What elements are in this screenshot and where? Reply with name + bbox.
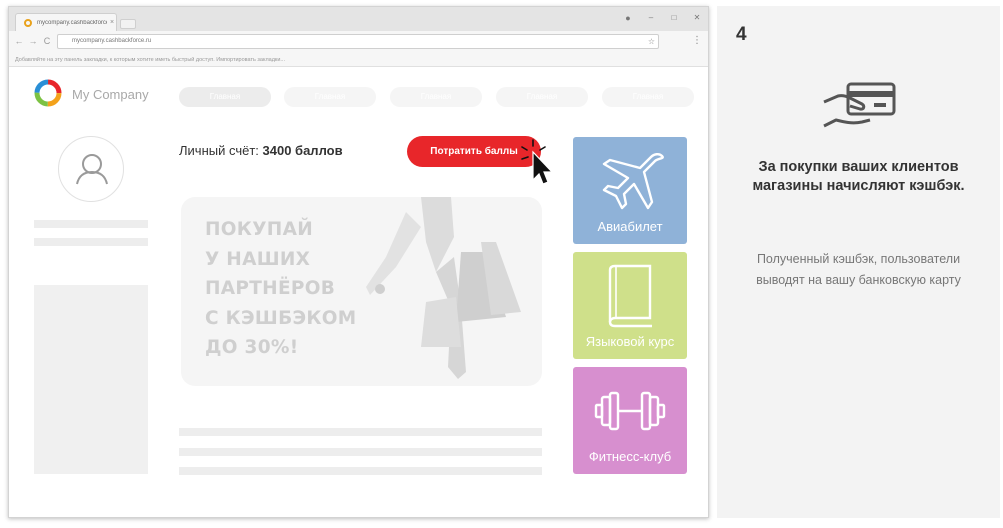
new-tab-button[interactable] (120, 19, 136, 29)
forward-arrow-icon[interactable]: → (27, 35, 39, 47)
tile-flight[interactable]: Авиабилет (573, 137, 687, 244)
url-text: mycompany.cashbackforce.ru (72, 38, 152, 44)
browser-window: mycompany.cashbackforce.ru × ● – □ ✕ ← →… (8, 6, 709, 518)
minimize-button[interactable]: – (644, 11, 658, 25)
tile-language-course[interactable]: Языковой курс (573, 252, 687, 359)
sidebar-placeholder (34, 285, 148, 474)
nav-item-3[interactable]: Главная (390, 87, 482, 107)
user-icon (76, 154, 108, 185)
tab-close-icon[interactable]: × (110, 19, 114, 26)
info-panel: 4 За покупки ваших клиентов магазины нач… (717, 6, 1000, 518)
browser-menu-icon[interactable]: ⋮ (692, 35, 702, 47)
profile-icon[interactable]: ● (621, 11, 635, 25)
website: My Company Главная Главная Главная Главн… (9, 68, 708, 517)
placeholder-line (34, 220, 148, 228)
tile-label: Языковой курс (585, 334, 675, 349)
panel-description: Полученный кэшбэк, пользователи выводят … (756, 252, 961, 287)
panel-title: За покупки ваших клиентов магазины начис… (752, 159, 965, 194)
account-balance: Личный счёт: 3400 баллов (179, 143, 343, 158)
dumbbell-icon (594, 391, 666, 431)
account-value: 3400 баллов (262, 143, 343, 158)
bookmark-hint: Добавляйте на эту панель закладки, к кот… (15, 57, 285, 63)
address-bar[interactable]: mycompany.cashbackforce.ru ☆ (57, 34, 659, 49)
placeholder-line (179, 467, 542, 475)
mouse-cursor-icon (521, 139, 554, 185)
nav-item-main[interactable]: Главная (179, 87, 271, 107)
banner-line: С КЭШБЭКОМ (205, 307, 357, 329)
favicon-icon (24, 18, 32, 27)
tile-label: Авиабилет (597, 219, 663, 234)
shopping-woman-illustration (366, 197, 521, 379)
banner-text: ПОКУПАЙ У НАШИХ ПАРТНЁРОВ С КЭШБЭКОМ ДО … (205, 215, 357, 363)
tile-label: Фитнесс-клуб (588, 449, 672, 464)
book-icon (608, 264, 652, 328)
account-label: Личный счёт: (179, 143, 259, 158)
back-arrow-icon[interactable]: ← (13, 35, 25, 47)
reload-icon[interactable]: C (41, 35, 53, 47)
banner-line: ДО 30%! (205, 337, 299, 358)
nav-item-4[interactable]: Главная (496, 87, 588, 107)
maximize-button[interactable]: □ (667, 11, 681, 25)
nav-item-2[interactable]: Главная (284, 87, 376, 107)
tab-bar: mycompany.cashbackforce.ru × ● – □ ✕ (9, 7, 708, 31)
placeholder-line (179, 448, 542, 456)
banner-line: У НАШИХ (205, 248, 311, 270)
bookmark-star-icon[interactable]: ☆ (648, 35, 655, 48)
step-number: 4 (736, 24, 747, 45)
bookmark-bar: Добавляйте на эту панель закладки, к кот… (9, 53, 708, 67)
company-logo-icon[interactable] (34, 79, 62, 107)
browser-tab[interactable]: mycompany.cashbackforce.ru × (15, 13, 117, 31)
airplane-icon (602, 153, 664, 210)
placeholder-line (179, 428, 542, 436)
hand-card-icon (823, 82, 896, 128)
banner-line: ПОКУПАЙ (205, 219, 313, 240)
company-name: My Company (72, 87, 149, 102)
avatar[interactable] (58, 136, 124, 202)
banner-line: ПАРТНЁРОВ (205, 278, 336, 299)
promo-banner[interactable]: ПОКУПАЙ У НАШИХ ПАРТНЁРОВ С КЭШБЭКОМ ДО … (181, 197, 542, 386)
nav-item-5[interactable]: Главная (602, 87, 694, 107)
close-window-button[interactable]: ✕ (690, 11, 704, 25)
placeholder-line (34, 238, 148, 246)
browser-toolbar: ← → C mycompany.cashbackforce.ru ☆ ⋮ (9, 31, 708, 53)
tab-title: mycompany.cashbackforce.ru (37, 19, 107, 26)
tile-fitness-club[interactable]: Фитнесс-клуб (573, 367, 687, 474)
